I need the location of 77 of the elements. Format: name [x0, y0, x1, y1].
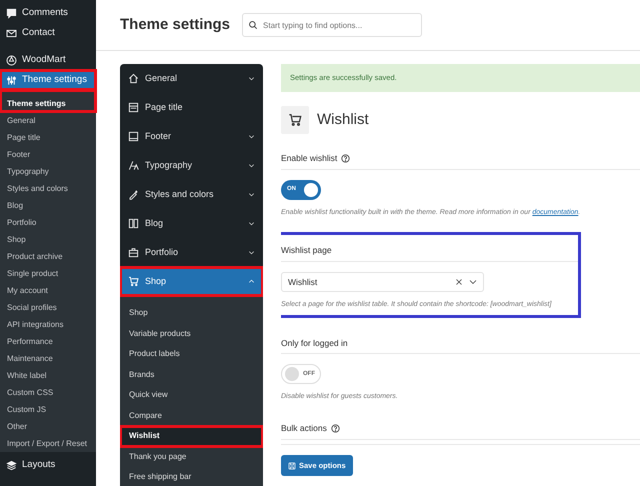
options-subnav-item[interactable]: Variable products — [120, 324, 263, 344]
submenu-item[interactable]: Styles and colors — [0, 180, 96, 197]
floppy-icon — [288, 462, 296, 470]
submenu-item[interactable]: Import / Export / Reset — [0, 435, 96, 452]
options-subnav-item[interactable]: Compare — [120, 406, 263, 426]
submenu-item[interactable]: Maintenance — [0, 350, 96, 367]
options-subnav-item[interactable]: Product labels — [120, 344, 263, 364]
page-icon — [128, 102, 139, 113]
submenu-item[interactable]: White label — [0, 367, 96, 384]
submenu-item[interactable]: Footer — [0, 146, 96, 163]
submenu-item[interactable]: Social profiles — [0, 299, 96, 316]
options-nav-item[interactable]: Blog — [120, 209, 263, 238]
menu-item[interactable]: Comments — [0, 3, 96, 23]
brush-icon — [128, 189, 139, 200]
tree-icon — [6, 54, 17, 66]
section-title: Wishlist — [317, 111, 369, 129]
submenu-item[interactable]: Performance — [0, 333, 96, 350]
chevron-icon — [248, 191, 255, 198]
options-subnav-item[interactable]: Shop — [120, 303, 263, 324]
submenu-item[interactable]: Custom CSS — [0, 384, 96, 401]
typography-icon — [128, 160, 139, 171]
cart-icon — [288, 113, 302, 127]
field-label: Enable wishlist — [281, 152, 338, 165]
options-nav-item[interactable]: General — [120, 64, 263, 93]
submenu-item[interactable]: Portfolio — [0, 214, 96, 231]
options-subnav-item[interactable]: Wishlist — [120, 426, 263, 446]
options-nav-item[interactable]: Styles and colors — [120, 180, 263, 209]
menu-item[interactable]: Layouts — [0, 455, 96, 475]
options-subnav-item[interactable]: Free shipping bar — [120, 467, 263, 486]
submenu-item[interactable]: Single product — [0, 265, 96, 282]
chevron-icon — [248, 278, 255, 285]
field-label: Bulk actions — [281, 422, 327, 434]
footer-icon — [128, 131, 139, 142]
comment-icon — [6, 8, 17, 18]
chevron-icon — [248, 162, 255, 169]
options-nav-item[interactable]: Typography — [120, 151, 263, 180]
search-field[interactable]: Start typing to find options... — [242, 13, 422, 37]
submenu-item[interactable]: Page title — [0, 129, 96, 146]
help-icon — [341, 154, 350, 163]
select-field[interactable]: Wishlist — [281, 272, 484, 292]
chevron-icon — [248, 220, 255, 227]
envelope-icon — [6, 28, 17, 38]
chevron-icon — [248, 75, 255, 82]
options-nav-item[interactable]: Shop — [120, 267, 263, 296]
submenu-item[interactable]: Blog — [0, 197, 96, 214]
chevron-icon — [248, 249, 255, 256]
page-title: Theme settings — [120, 16, 230, 34]
house-icon — [128, 73, 139, 84]
submenu-item[interactable]: Shop — [0, 231, 96, 248]
submenu-item[interactable]: My account — [0, 282, 96, 299]
layers-icon — [6, 460, 17, 470]
help-icon — [330, 424, 340, 433]
chevron-icon — [469, 278, 477, 286]
submenu-item[interactable]: General — [0, 112, 96, 129]
options-nav-item[interactable]: Footer — [120, 122, 263, 151]
field-label: Only for logged in — [281, 336, 348, 350]
options-nav-item[interactable]: Portfolio — [120, 238, 263, 267]
submenu-item[interactable]: Other — [0, 418, 96, 435]
submenu-item[interactable]: API integrations — [0, 316, 96, 333]
cart-icon — [128, 276, 139, 287]
chevron-icon — [248, 133, 255, 140]
options-subnav-item[interactable]: Brands — [120, 364, 263, 385]
field-label: Wishlist page — [281, 244, 332, 257]
sliders-icon — [6, 74, 17, 86]
options-subnav-item[interactable]: Thank you page — [120, 446, 263, 467]
book-icon — [128, 218, 139, 229]
submenu-item[interactable]: Theme settings — [0, 90, 96, 112]
menu-item[interactable]: Theme settings — [0, 70, 96, 90]
submenu-item[interactable]: Typography — [0, 163, 96, 180]
submenu-item[interactable]: Custom JS — [0, 401, 96, 418]
menu-item[interactable]: WoodMart — [0, 50, 96, 70]
menu-item[interactable]: Contact — [0, 23, 96, 43]
briefcase-icon — [128, 247, 139, 258]
options-nav-item[interactable]: Page title — [120, 93, 263, 122]
clear-icon — [455, 278, 463, 286]
options-subnav-item[interactable]: Quick view — [120, 385, 263, 406]
submenu-item[interactable]: Product archive — [0, 248, 96, 265]
